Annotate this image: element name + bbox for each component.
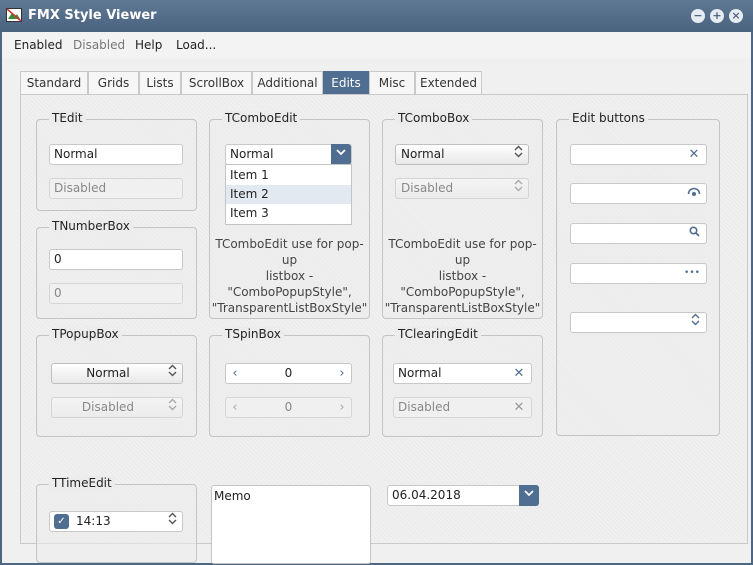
updown-icon bbox=[166, 364, 178, 383]
updown-icon bbox=[512, 179, 524, 198]
popupbox-value: Disabled bbox=[81, 400, 135, 414]
group-label: TNumberBox bbox=[49, 219, 133, 233]
spinbox-normal[interactable]: ‹ 0 › bbox=[225, 363, 352, 384]
close-window-button[interactable]: × bbox=[729, 9, 743, 23]
tab-scrollbox[interactable]: ScrollBox bbox=[181, 71, 252, 94]
group-label: TPopupBox bbox=[49, 327, 122, 341]
chevron-right-icon[interactable]: › bbox=[337, 364, 347, 383]
popupbox-value: Normal bbox=[86, 366, 130, 380]
group-label: Edit buttons bbox=[569, 111, 648, 125]
clearingedit-value: Disabled bbox=[398, 400, 451, 414]
ellipsis-icon[interactable]: ••• bbox=[683, 264, 701, 283]
spin-button-edit[interactable] bbox=[570, 312, 707, 333]
date-value: 06.04.2018 bbox=[392, 488, 461, 502]
chevron-right-icon[interactable]: › bbox=[337, 398, 347, 417]
updown-icon bbox=[512, 145, 524, 164]
tedit-normal[interactable]: Normal bbox=[49, 144, 183, 165]
app-icon bbox=[6, 8, 22, 22]
tab-grids[interactable]: Grids bbox=[88, 71, 139, 94]
timeedit-field[interactable]: ✓ 14:13 bbox=[49, 511, 183, 532]
memo-field[interactable]: Memo bbox=[211, 485, 371, 564]
group-label: TTimeEdit bbox=[49, 476, 115, 490]
group-label: TComboEdit bbox=[222, 111, 301, 125]
window-title: FMX Style Viewer bbox=[28, 8, 157, 23]
close-icon[interactable]: ✕ bbox=[688, 145, 700, 164]
clear-button-edit[interactable]: ✕ bbox=[570, 144, 707, 165]
time-value: 14:13 bbox=[76, 514, 111, 528]
combobox-value: Normal bbox=[401, 147, 445, 161]
menu-load[interactable]: Load... bbox=[176, 38, 216, 52]
date-edit[interactable]: 06.04.2018 bbox=[387, 485, 539, 506]
group-ttimeedit: TTimeEdit ✓ 14:13 bbox=[36, 476, 197, 563]
comboedit-listbox: Item 1 Item 2 Item 3 bbox=[225, 164, 352, 225]
comboedit-note: TComboEdit use for pop-up listbox - "Com… bbox=[211, 237, 368, 315]
group-tcombobox: TComboBox Normal Disabled TComboEdit use… bbox=[382, 111, 543, 319]
tedit-disabled[interactable]: Disabled bbox=[49, 178, 183, 199]
tab-extended[interactable]: Extended bbox=[415, 71, 482, 94]
edits-panel: TEdit Normal Disabled TNumberBox 0 0 TPo… bbox=[20, 94, 748, 564]
spinbox-disabled[interactable]: ‹ 0 › bbox=[225, 397, 352, 418]
group-label: TEdit bbox=[49, 111, 86, 125]
client-area: Enabled Disabled Help Load... Standard G… bbox=[2, 32, 751, 564]
group-label: TSpinBox bbox=[222, 327, 284, 341]
group-tclearingedit: TClearingEdit Normal ✕ Disabled ✕ bbox=[382, 327, 543, 437]
menu-bar: Enabled Disabled Help Load... bbox=[2, 32, 751, 58]
checkbox-checked-icon[interactable]: ✓ bbox=[54, 514, 69, 529]
combobox-normal[interactable]: Normal bbox=[395, 144, 529, 165]
maximize-button[interactable]: + bbox=[710, 9, 724, 23]
popupbox-normal[interactable]: Normal bbox=[51, 363, 183, 384]
menu-disabled[interactable]: Disabled bbox=[73, 38, 125, 52]
list-item[interactable]: Item 1 bbox=[226, 166, 351, 185]
list-item[interactable]: Item 3 bbox=[226, 204, 351, 223]
app-window: FMX Style Viewer − + × Enabled Disabled … bbox=[0, 0, 753, 565]
combobox-value: Disabled bbox=[401, 181, 454, 195]
updown-icon[interactable] bbox=[689, 313, 701, 332]
list-item-selected[interactable]: Item 2 bbox=[226, 185, 351, 204]
search-icon[interactable] bbox=[688, 224, 700, 243]
combobox-disabled[interactable]: Disabled bbox=[395, 178, 529, 199]
group-tnumberbox: TNumberBox 0 0 bbox=[36, 219, 197, 319]
group-edit-buttons: Edit buttons ✕ ••• bbox=[556, 111, 720, 436]
clearingedit-disabled[interactable]: Disabled ✕ bbox=[393, 397, 532, 418]
group-label: TClearingEdit bbox=[395, 327, 481, 341]
tab-misc[interactable]: Misc bbox=[369, 71, 415, 94]
title-bar: FMX Style Viewer − + × bbox=[0, 0, 753, 32]
group-tpopupbox: TPopupBox Normal Disabled bbox=[36, 327, 197, 437]
popupbox-disabled[interactable]: Disabled bbox=[51, 397, 183, 418]
updown-icon[interactable] bbox=[166, 512, 178, 531]
menu-help[interactable]: Help bbox=[135, 38, 162, 52]
menu-enabled[interactable]: Enabled bbox=[14, 38, 63, 52]
tab-standard[interactable]: Standard bbox=[20, 71, 88, 94]
minimize-button[interactable]: − bbox=[691, 9, 705, 23]
group-tspinbox: TSpinBox ‹ 0 › ‹ 0 › bbox=[209, 327, 370, 437]
spinbox-value: 0 bbox=[284, 366, 293, 380]
group-tcomboedit: TComboEdit Normal Item 1 Item 2 Item 3 T… bbox=[209, 111, 370, 319]
tab-edits[interactable]: Edits bbox=[323, 71, 369, 94]
tab-additional[interactable]: Additional bbox=[252, 71, 323, 94]
password-button-edit[interactable] bbox=[570, 183, 707, 204]
numberbox-disabled[interactable]: 0 bbox=[49, 283, 183, 304]
group-label: TComboBox bbox=[395, 111, 473, 125]
search-button-edit[interactable] bbox=[570, 223, 707, 244]
updown-icon bbox=[166, 398, 178, 417]
eye-icon[interactable] bbox=[687, 184, 701, 203]
tab-lists[interactable]: Lists bbox=[139, 71, 181, 94]
spinbox-value: 0 bbox=[284, 400, 293, 414]
close-icon[interactable]: ✕ bbox=[513, 364, 525, 383]
numberbox-normal[interactable]: 0 bbox=[49, 249, 183, 270]
clearingedit-normal[interactable]: Normal ✕ bbox=[393, 363, 532, 384]
close-icon[interactable]: ✕ bbox=[513, 398, 525, 417]
combobox-note: TComboEdit use for pop-up listbox - "Com… bbox=[384, 237, 541, 315]
group-tedit: TEdit Normal Disabled bbox=[36, 111, 197, 211]
chevron-down-icon[interactable] bbox=[331, 144, 351, 165]
ellipsis-button-edit[interactable]: ••• bbox=[570, 263, 707, 284]
clearingedit-value: Normal bbox=[398, 366, 442, 380]
chevron-down-icon[interactable] bbox=[519, 485, 539, 506]
